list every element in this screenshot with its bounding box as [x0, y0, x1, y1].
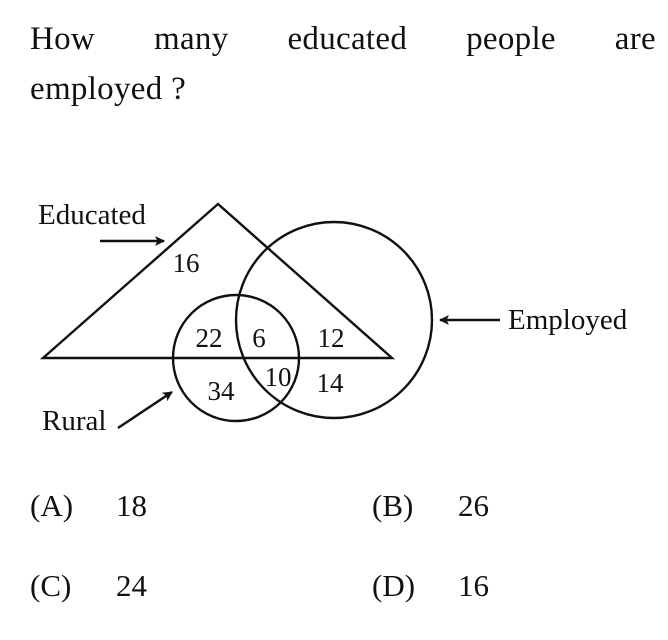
option-d[interactable]: (D) 16 — [372, 568, 489, 604]
rural-label: Rural — [42, 405, 106, 437]
option-d-value: 16 — [458, 568, 489, 603]
option-c-letter: (C) — [30, 568, 72, 603]
region-rural-employed: 10 — [265, 362, 292, 392]
option-a[interactable]: (A) 18 — [30, 488, 147, 524]
region-rural-only: 34 — [208, 376, 236, 406]
region-educated-employed: 12 — [318, 323, 345, 353]
option-d-letter: (D) — [372, 568, 416, 603]
employed-label: Employed — [508, 304, 628, 336]
region-employed-only: 14 — [317, 368, 345, 398]
rural-arrow — [117, 391, 173, 429]
option-b[interactable]: (B) 26 — [372, 488, 489, 524]
educated-label: Educated — [38, 199, 146, 231]
option-a-letter: (A) — [30, 488, 74, 523]
option-c[interactable]: (C) 24 — [30, 568, 147, 604]
region-educated-only: 16 — [173, 248, 200, 278]
region-educated-rural-employed: 6 — [252, 323, 266, 353]
option-a-value: 18 — [116, 488, 147, 523]
option-b-value: 26 — [458, 488, 489, 523]
venn-diagram: Educated Employed Rural 16 22 6 12 34 10… — [38, 199, 628, 437]
region-educated-rural: 22 — [196, 323, 223, 353]
option-b-letter: (B) — [372, 488, 414, 523]
option-c-value: 24 — [116, 568, 147, 603]
